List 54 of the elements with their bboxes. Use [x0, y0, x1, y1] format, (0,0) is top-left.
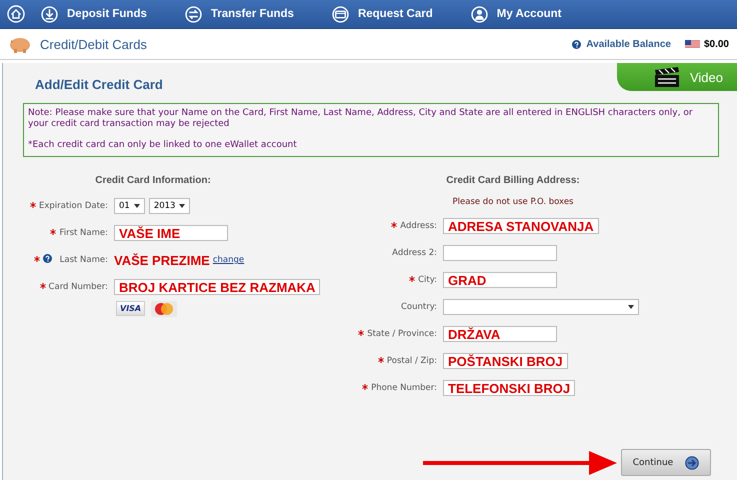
field-label: Postal / Zip: — [386, 356, 437, 366]
caret-icon — [134, 204, 140, 208]
caret-icon — [628, 305, 634, 309]
field-label: Address 2: — [392, 248, 437, 258]
field-label: Expiration Date: — [38, 201, 108, 211]
input-field[interactable]: GRAD — [443, 272, 557, 288]
exchange-icon — [184, 6, 202, 22]
field-label: State / Province: — [367, 329, 437, 339]
page-title: Credit/Debit Cards — [40, 36, 148, 52]
nav-item[interactable]: Transfer Funds — [184, 6, 294, 22]
help-icon[interactable] — [572, 40, 582, 48]
note-text: Note: Please make sure that your Name on the Card, First Name, Last Name, Address, City and State are all entered in ENGLISH characters only, or your credit card transaction may be rejected — [28, 108, 694, 129]
field-label: Phone Number: — [371, 383, 437, 393]
field-label: Country: — [400, 302, 437, 312]
arrow-icon — [685, 456, 700, 470]
user-icon — [470, 6, 488, 22]
input-field[interactable]: BROJ KARTICE BEZ RAZMAKA — [114, 279, 320, 295]
video-tab[interactable]: Video — [617, 63, 737, 91]
note-text: *Each credit card can only be linked to one eWallet account — [28, 140, 298, 150]
hint-text: Please do not use P.O. boxes — [452, 196, 574, 208]
input-field[interactable]: POŠTANSKI BROJ — [443, 353, 568, 369]
caret-icon — [179, 204, 186, 208]
field-label: Address: — [400, 221, 437, 231]
dropdown[interactable]: 01 — [114, 198, 145, 214]
nav-item[interactable]: My Account — [470, 6, 562, 22]
field-label: City: — [418, 275, 437, 285]
flag-icon — [684, 40, 700, 48]
visa-logo: VISA — [116, 300, 146, 316]
field-label: First Name: — [59, 228, 108, 238]
continue-button[interactable]: Continue — [621, 449, 711, 476]
mastercard-logo — [151, 300, 178, 316]
input-field[interactable]: TELEFONSKI BROJ — [443, 380, 576, 396]
input-field[interactable]: ADRESA STANOVANJA — [443, 218, 599, 234]
home-icon[interactable] — [7, 5, 25, 23]
column-heading: Credit Card Information: — [94, 174, 212, 188]
piggy-bank-icon — [8, 35, 32, 53]
field-label: Last Name: — [60, 255, 108, 265]
input-field[interactable] — [443, 245, 557, 261]
nav-item[interactable]: Deposit Funds — [41, 6, 147, 22]
clapperboard-icon — [654, 67, 680, 87]
download-icon — [41, 6, 58, 22]
input-field[interactable]: DRŽAVA — [443, 326, 557, 342]
balance-amount: $0.00 — [704, 38, 729, 50]
input-field[interactable]: VAŠE IME — [114, 225, 228, 241]
field-label: Card Number: — [48, 282, 108, 292]
balance-label: Available Balance — [586, 38, 671, 50]
name-value: VAŠE PREZIME — [114, 252, 210, 268]
card-icon — [332, 6, 349, 22]
help-icon[interactable] — [42, 254, 52, 263]
column-heading: Credit Card Billing Address: — [445, 174, 581, 188]
section-title: Add/Edit Credit Card — [35, 77, 163, 92]
change-link[interactable]: change — [212, 255, 244, 265]
dropdown[interactable]: 2013 — [148, 198, 190, 214]
nav-item[interactable]: Request Card — [332, 6, 433, 22]
